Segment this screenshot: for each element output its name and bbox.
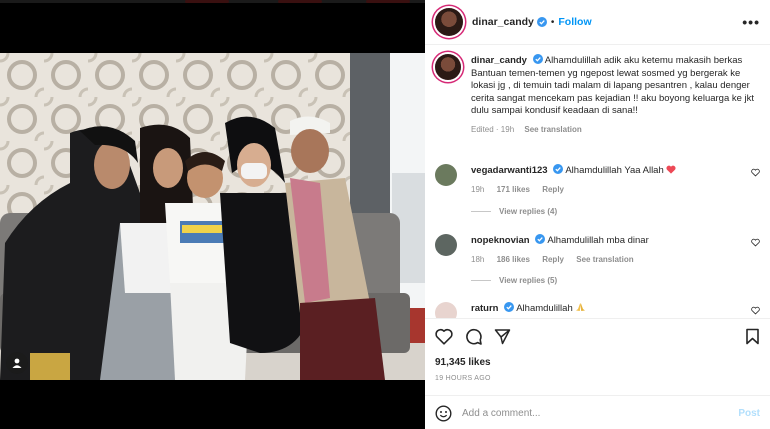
post-timestamp: 19 HOURS AGO bbox=[435, 375, 491, 382]
post-header: dinar_candy • Follow ••• bbox=[425, 0, 770, 45]
comment-input[interactable]: Add a comment... bbox=[462, 408, 738, 419]
comment-time: 18h bbox=[471, 255, 485, 264]
reply-button[interactable]: Reply bbox=[542, 185, 564, 194]
see-translation-link[interactable]: See translation bbox=[524, 125, 581, 134]
caption-avatar[interactable] bbox=[435, 54, 461, 80]
post-photo[interactable] bbox=[0, 53, 425, 380]
comment-item: nopeknovian Alhamdulillah mba dinar 18h … bbox=[435, 234, 760, 264]
previous-post-strip bbox=[0, 0, 425, 3]
reply-button[interactable]: Reply bbox=[542, 255, 564, 264]
save-bookmark-icon[interactable] bbox=[745, 328, 760, 345]
strip-detail bbox=[185, 0, 229, 3]
action-icons bbox=[435, 328, 511, 345]
post-actions-section: 91,345 likes 19 HOURS AGO Add a comment.… bbox=[425, 318, 770, 429]
comment-likes[interactable]: 186 likes bbox=[497, 255, 530, 264]
post-comment-button[interactable]: Post bbox=[738, 408, 760, 419]
view-replies-label: View replies (5) bbox=[499, 276, 558, 285]
like-heart-icon[interactable] bbox=[435, 328, 453, 345]
commenter-avatar[interactable] bbox=[435, 234, 457, 256]
strip-detail bbox=[366, 0, 410, 3]
replies-divider bbox=[471, 280, 491, 281]
view-replies-button[interactable]: View replies (4) bbox=[471, 207, 557, 216]
caption-username[interactable]: dinar_candy bbox=[471, 55, 527, 66]
add-comment-bar: Add a comment... Post bbox=[425, 395, 770, 429]
commenter-username[interactable]: vegadarwanti123 bbox=[471, 165, 548, 176]
strip-detail bbox=[278, 0, 322, 3]
like-comment-heart-icon[interactable] bbox=[751, 168, 760, 177]
like-comment-heart-icon[interactable] bbox=[751, 306, 760, 315]
verified-badge-icon bbox=[536, 17, 547, 27]
view-replies-label: View replies (4) bbox=[499, 207, 558, 216]
commenter-avatar[interactable] bbox=[435, 302, 457, 318]
commenter-avatar[interactable] bbox=[435, 164, 457, 186]
comment-likes[interactable]: 171 likes bbox=[497, 185, 530, 194]
user-icon bbox=[12, 358, 22, 368]
post-side-panel: dinar_candy • Follow ••• dinar_candy Alh… bbox=[425, 0, 770, 429]
like-comment-heart-icon[interactable] bbox=[751, 238, 760, 247]
header-separator: • bbox=[550, 16, 555, 28]
follow-button[interactable]: Follow bbox=[558, 16, 591, 28]
caption-edited-time: Edited · 19h bbox=[471, 124, 515, 134]
verified-badge-icon bbox=[553, 164, 564, 174]
comment-bubble-icon[interactable] bbox=[465, 328, 482, 345]
commenter-username[interactable]: nopeknovian bbox=[471, 235, 530, 246]
replies-divider bbox=[471, 211, 491, 212]
see-translation-link[interactable]: See translation bbox=[576, 255, 633, 264]
more-options-icon[interactable]: ••• bbox=[742, 14, 760, 30]
tagged-people-button[interactable] bbox=[6, 352, 28, 374]
share-paper-plane-icon[interactable] bbox=[494, 328, 511, 345]
verified-badge-icon bbox=[535, 234, 546, 244]
praying-hands-emoji-icon bbox=[576, 303, 586, 311]
post-caption: dinar_candy Alhamdulillah adik aku ketem… bbox=[435, 54, 760, 136]
view-replies-button[interactable]: View replies (5) bbox=[471, 276, 557, 285]
author-username[interactable]: dinar_candy bbox=[472, 16, 534, 28]
verified-badge-icon bbox=[532, 54, 543, 64]
emoji-picker-icon[interactable] bbox=[435, 404, 452, 422]
comment-time: 19h bbox=[471, 185, 485, 194]
comments-list[interactable]: dinar_candy Alhamdulillah adik aku ketem… bbox=[425, 46, 770, 318]
verified-badge-icon bbox=[504, 302, 515, 312]
author-avatar[interactable] bbox=[435, 8, 463, 36]
comment-item: vegadarwanti123 Alhamdulillah Yaa Allah … bbox=[435, 164, 760, 194]
likes-count[interactable]: 91,345 likes bbox=[435, 357, 491, 368]
comment-item: raturn Alhamdulillah bbox=[435, 302, 760, 318]
post-media-area bbox=[0, 0, 425, 429]
commenter-username[interactable]: raturn bbox=[471, 303, 498, 314]
comment-text: Alhamdulillah bbox=[516, 303, 573, 314]
comment-text: Alhamdulillah mba dinar bbox=[547, 235, 649, 246]
family-photo bbox=[0, 53, 425, 380]
red-heart-emoji-icon bbox=[666, 165, 676, 174]
comment-text: Alhamdulillah Yaa Allah bbox=[565, 165, 664, 176]
